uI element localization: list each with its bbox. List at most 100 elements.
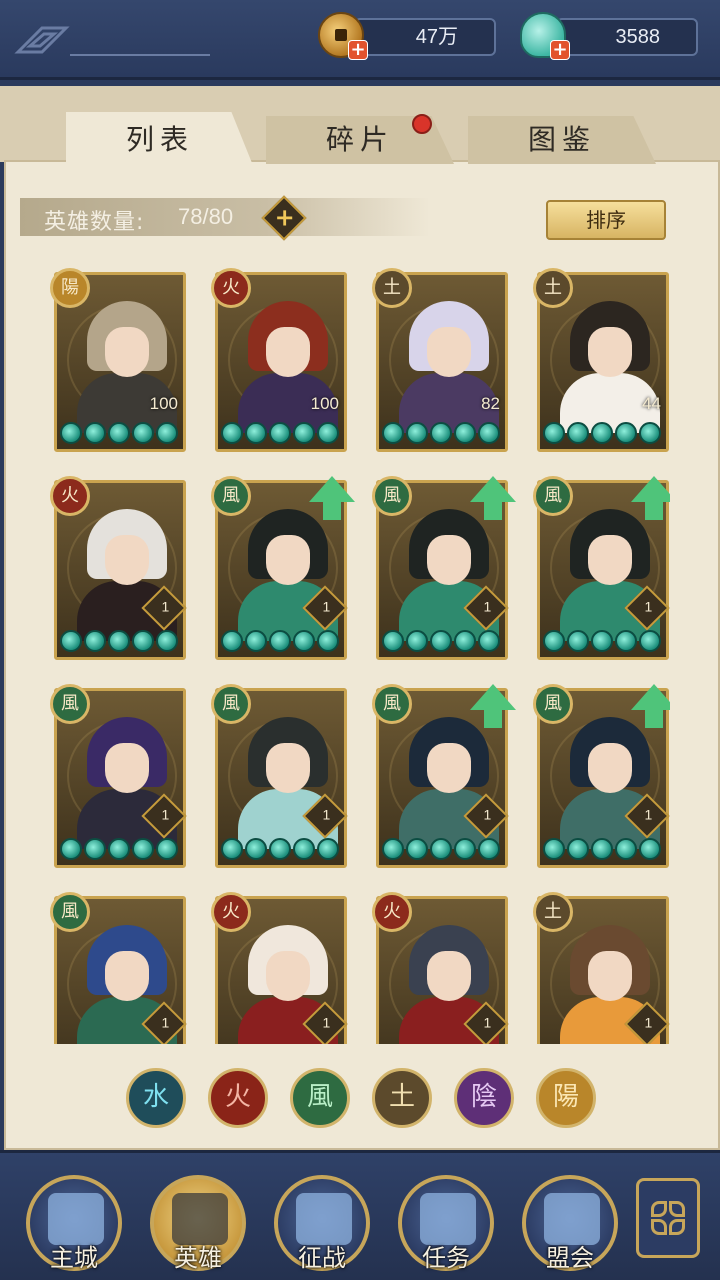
nav-task-bell[interactable]: 任务 xyxy=(398,1175,494,1272)
hero-card[interactable]: 火1 xyxy=(50,476,187,660)
coins-counter[interactable]: 47万 xyxy=(354,18,496,56)
tab-codex[interactable]: 图鉴 xyxy=(468,116,656,164)
hero-count-label: 英雄数量: xyxy=(44,210,145,235)
hero-card[interactable]: 火1 xyxy=(372,892,509,1044)
coins-value: 47万 xyxy=(415,26,458,48)
jade-star-icon xyxy=(406,838,428,860)
hero-card[interactable]: 陽 100 xyxy=(50,268,186,452)
hero-star-row xyxy=(543,422,663,446)
hero-card[interactable]: 風1 xyxy=(211,684,348,868)
jade-star-icon xyxy=(454,422,476,444)
jade-star-icon xyxy=(156,630,178,652)
hero-card[interactable]: 風1 xyxy=(533,684,670,868)
upgrade-arrow-icon xyxy=(470,684,516,730)
jade-gem-icon: + xyxy=(520,12,570,60)
hero-card[interactable]: 火1 xyxy=(211,892,348,1044)
element-filter-fire[interactable]: 火 xyxy=(208,1068,268,1128)
jade-star-icon xyxy=(245,422,267,444)
jade-star-icon xyxy=(382,630,404,652)
jade-star-icon xyxy=(293,422,315,444)
hero-level: 1 xyxy=(161,806,170,823)
jade-star-icon xyxy=(430,838,452,860)
hero-card[interactable]: 風1 xyxy=(372,476,509,660)
hero-star-row xyxy=(382,630,502,654)
jade-star-icon xyxy=(406,630,428,652)
element-filter-earth[interactable]: 土 xyxy=(372,1068,432,1128)
jade-star-icon xyxy=(293,630,315,652)
jade-star-icon xyxy=(132,630,154,652)
hero-level: 100 xyxy=(149,394,178,413)
hero-star-row xyxy=(543,838,663,862)
element-filter-yin[interactable]: 陰 xyxy=(454,1068,514,1128)
jade-star-icon xyxy=(591,838,613,860)
nav-city-gate[interactable]: 主城 xyxy=(26,1175,122,1272)
decorative-divider xyxy=(70,54,210,56)
jade-star-icon xyxy=(317,422,339,444)
hero-level: 1 xyxy=(644,806,653,823)
element-badge: 風 xyxy=(211,684,251,724)
hero-count-value: 78/80 xyxy=(178,204,234,229)
jade-star-icon xyxy=(269,422,291,444)
jade-star-icon xyxy=(317,630,339,652)
hero-card[interactable]: 風1 xyxy=(533,476,670,660)
element-badge: 陽 xyxy=(50,268,90,308)
jade-star-icon xyxy=(108,630,130,652)
jade-star-icon xyxy=(156,422,178,444)
more-menu-button[interactable] xyxy=(636,1178,700,1258)
jade-star-icon xyxy=(156,838,178,860)
hero-card[interactable]: 風1 xyxy=(50,892,187,1044)
jade-star-icon xyxy=(221,422,243,444)
element-filter-row: 水火風土陰陽 xyxy=(126,1068,596,1128)
jade-star-icon xyxy=(478,630,500,652)
jade-star-icon xyxy=(543,422,565,444)
hero-level: 1 xyxy=(161,1014,170,1031)
hero-card[interactable]: 土1 xyxy=(533,892,670,1044)
hero-level: 1 xyxy=(322,1014,331,1031)
jade-star-icon xyxy=(132,838,154,860)
jade-star-icon xyxy=(430,630,452,652)
hero-level: 1 xyxy=(483,598,492,615)
jade-star-icon xyxy=(543,630,565,652)
upgrade-arrow-icon xyxy=(631,476,670,522)
hero-card[interactable]: 火 100 xyxy=(211,268,347,452)
hero-card[interactable]: 土 44 xyxy=(533,268,669,452)
tab-list[interactable]: 列表 xyxy=(66,112,254,168)
jade-star-icon xyxy=(60,838,82,860)
sort-button[interactable]: 排序 xyxy=(546,200,666,240)
jade-star-icon xyxy=(430,422,452,444)
jade-star-icon xyxy=(382,422,404,444)
nav-hero-portrait[interactable]: 英雄 xyxy=(150,1175,246,1272)
upgrade-arrow-icon xyxy=(309,476,355,522)
add-coins-icon[interactable]: + xyxy=(348,40,368,60)
element-filter-yang[interactable]: 陽 xyxy=(536,1068,596,1128)
nav-alliance-pavilion[interactable]: 盟会 xyxy=(522,1175,618,1272)
hero-star-row xyxy=(543,630,663,654)
hero-star-row xyxy=(60,630,180,654)
element-filter-water[interactable]: 水 xyxy=(126,1068,186,1128)
nav-war-drum[interactable]: 征战 xyxy=(274,1175,370,1272)
plus-icon: + xyxy=(274,203,295,232)
element-badge: 火 xyxy=(372,892,412,932)
jade-counter[interactable]: 3588 xyxy=(556,18,698,56)
jade-star-icon xyxy=(269,838,291,860)
hero-card[interactable]: 土 82 xyxy=(372,268,508,452)
hero-card[interactable]: 風1 xyxy=(372,684,509,868)
hero-star-row xyxy=(221,422,341,446)
jade-star-icon xyxy=(108,838,130,860)
jade-star-icon xyxy=(84,838,106,860)
nav-label: 盟会 xyxy=(546,1244,594,1272)
element-badge: 風 xyxy=(533,476,573,516)
add-jade-icon[interactable]: + xyxy=(550,40,570,60)
element-badge: 火 xyxy=(211,892,251,932)
hero-card[interactable]: 風1 xyxy=(211,476,348,660)
hero-level: 82 xyxy=(481,394,500,413)
jade-star-icon xyxy=(221,838,243,860)
hero-level: 100 xyxy=(310,394,339,413)
jade-star-icon xyxy=(245,630,267,652)
hero-card[interactable]: 風1 xyxy=(50,684,187,868)
element-filter-wind[interactable]: 風 xyxy=(290,1068,350,1128)
jade-star-icon xyxy=(591,422,613,444)
hero-star-row xyxy=(60,422,180,446)
jade-star-icon xyxy=(245,838,267,860)
jade-star-icon xyxy=(567,630,589,652)
